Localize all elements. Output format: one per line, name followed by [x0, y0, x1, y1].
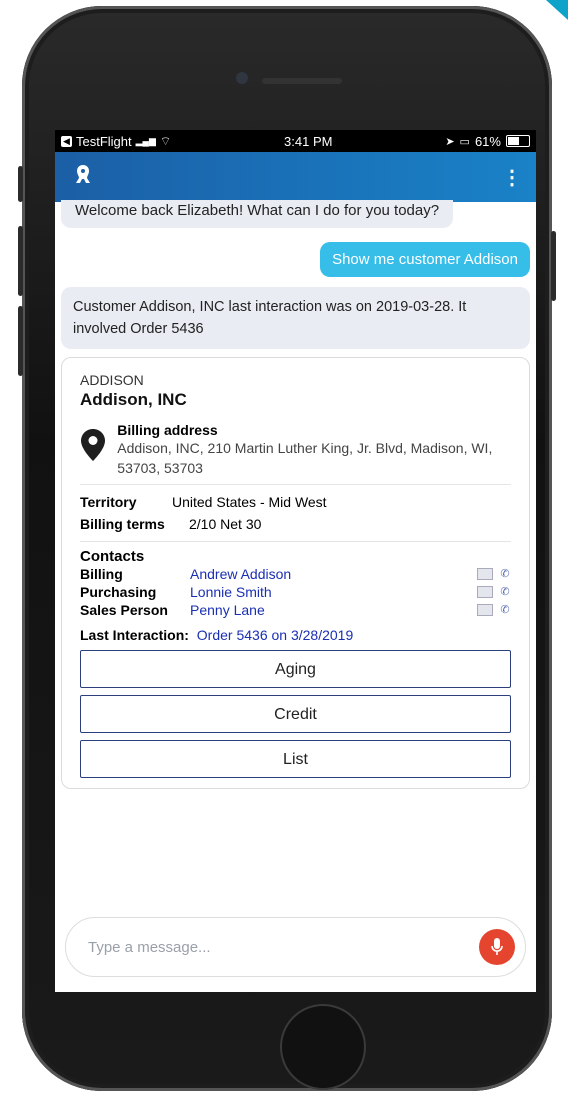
screen-mirror-icon: ▭ — [459, 135, 470, 148]
bot-reply-message: Customer Addison, INC last interaction w… — [61, 287, 530, 349]
list-button[interactable]: List — [80, 740, 511, 778]
status-time: 3:41 PM — [284, 133, 333, 149]
battery-percent: 61% — [474, 133, 501, 149]
volume-down-button — [18, 306, 23, 376]
contact-role: Billing — [80, 566, 123, 582]
earpiece-speaker — [262, 78, 342, 84]
contact-name-link[interactable]: Penny Lane — [190, 601, 477, 619]
billing-terms-label: Billing terms — [80, 516, 165, 532]
contact-name-link[interactable]: Lonnie Smith — [190, 583, 477, 601]
phone-icon[interactable]: ✆ — [499, 586, 511, 598]
app-header: ⋮ — [55, 152, 536, 202]
contact-row: Sales Person Penny Lane ✆ — [80, 601, 511, 619]
volume-up-button — [18, 226, 23, 296]
customer-card: ADDISON Addison, INC Billing address Add… — [61, 357, 530, 789]
contact-name-link[interactable]: Andrew Addison — [190, 565, 477, 583]
location-icon: ➤ — [445, 135, 455, 148]
billing-terms-row: Billing terms 2/10 Net 30 — [80, 513, 511, 535]
mail-icon[interactable] — [477, 604, 493, 616]
contact-row: Purchasing Lonnie Smith ✆ — [80, 583, 511, 601]
billing-address-section: Billing address Addison, INC, 210 Martin… — [80, 422, 511, 478]
home-button[interactable] — [280, 1004, 366, 1090]
billing-terms-value: 2/10 Net 30 — [189, 516, 262, 532]
chat-thread: Welcome back Elizabeth! What can I do fo… — [55, 200, 536, 789]
territory-label: Territory — [80, 494, 137, 510]
customer-code: ADDISON — [80, 372, 144, 388]
power-button — [551, 231, 556, 301]
mail-icon[interactable] — [477, 568, 493, 580]
divider — [80, 484, 511, 485]
last-interaction-link[interactable]: Order 5436 on 3/28/2019 — [197, 627, 353, 643]
territory-value: United States - Mid West — [172, 494, 327, 510]
contacts-title: Contacts — [80, 548, 145, 565]
contact-row: Billing Andrew Addison ✆ — [80, 565, 511, 583]
corner-accent — [546, 0, 568, 20]
microphone-icon[interactable] — [479, 929, 515, 965]
last-interaction-label: Last Interaction: — [80, 627, 189, 643]
divider — [80, 541, 511, 542]
wifi-icon: ⌔ — [159, 133, 172, 148]
credit-button[interactable]: Credit — [80, 695, 511, 733]
status-app-name[interactable]: TestFlight — [76, 134, 132, 149]
bot-logo-icon[interactable] — [73, 163, 93, 191]
aging-button[interactable]: Aging — [80, 650, 511, 688]
map-pin-icon — [80, 422, 117, 478]
front-camera — [236, 72, 248, 84]
billing-address-value: Addison, INC, 210 Martin Luther King, Jr… — [117, 440, 493, 476]
territory-row: Territory United States - Mid West — [80, 491, 511, 513]
phone-screen: ◀ TestFlight ▂▄▆ ⌔ 3:41 PM ➤ ▭ 61% ⋮ Wel… — [55, 130, 536, 992]
signal-icon: ▂▄▆ — [135, 135, 156, 146]
message-composer — [65, 917, 526, 977]
bot-welcome-message: Welcome back Elizabeth! What can I do fo… — [61, 200, 454, 228]
last-interaction-row: Last Interaction: Order 5436 on 3/28/201… — [80, 627, 511, 643]
battery-icon — [505, 135, 530, 147]
phone-icon[interactable]: ✆ — [499, 604, 511, 616]
mute-switch — [18, 166, 23, 202]
user-message: Show me customer Addison — [320, 242, 530, 277]
back-to-app-icon[interactable]: ◀ — [61, 135, 72, 147]
contact-role: Sales Person — [80, 602, 168, 618]
billing-address-label: Billing address — [117, 422, 218, 438]
mail-icon[interactable] — [477, 586, 493, 598]
more-vertical-icon[interactable]: ⋮ — [502, 165, 522, 190]
message-input[interactable] — [86, 937, 479, 957]
contact-role: Purchasing — [80, 584, 157, 600]
phone-icon[interactable]: ✆ — [499, 568, 511, 580]
status-bar: ◀ TestFlight ▂▄▆ ⌔ 3:41 PM ➤ ▭ 61% — [55, 130, 536, 152]
customer-name: Addison, INC — [80, 390, 187, 409]
